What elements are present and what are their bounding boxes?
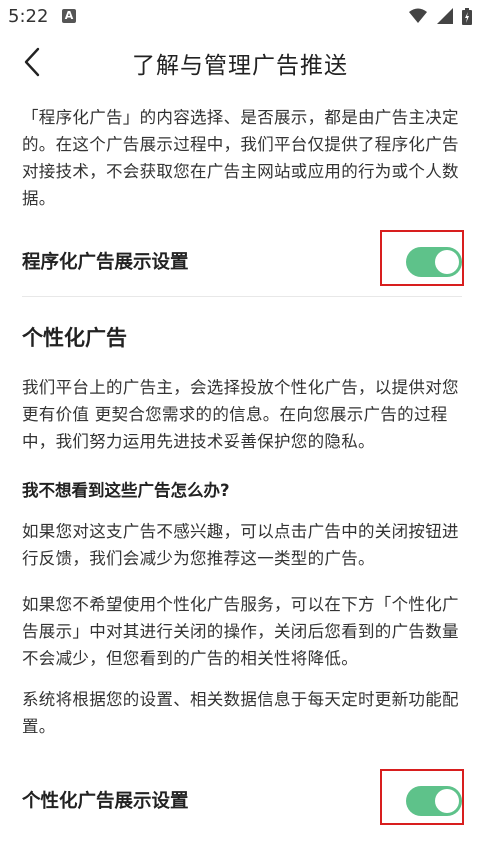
faq-question: 我不想看到这些广告怎么办? bbox=[22, 481, 230, 500]
section-title: 个性化广告 bbox=[22, 326, 127, 350]
toggle-knob bbox=[435, 250, 459, 274]
intro-text: 「程序化广告」的内容选择、是否展示，都是由广告主决定的。在这个广告展示过程中，我… bbox=[22, 108, 459, 208]
status-time: 5:22 bbox=[8, 6, 49, 27]
personalized-ad-setting-label: 个性化广告展示设置 bbox=[22, 791, 189, 812]
app-bar: 了解与管理广告推送 bbox=[0, 34, 480, 90]
highlight-frame bbox=[380, 230, 464, 286]
battery-icon bbox=[462, 8, 472, 25]
faq-answer-disable: 如果您不希望使用个性化广告服务，可以在下方「个性化广告展示」中对其进行关闭的操作… bbox=[22, 595, 459, 668]
sync-note: 系统将根据您的设置、相关数据信息于每天定时更新功能配置。 bbox=[22, 690, 459, 736]
programmatic-ad-toggle[interactable] bbox=[406, 247, 462, 277]
personalized-ad-toggle[interactable] bbox=[406, 786, 462, 816]
wifi-icon bbox=[409, 8, 428, 23]
page-title: 了解与管理广告推送 bbox=[132, 53, 348, 79]
notification-badge: A bbox=[62, 9, 76, 23]
highlight-frame bbox=[380, 769, 464, 825]
personalized-description: 我们平台上的广告主，会选择投放个性化广告，以提供对您更有价值 更契合您需求的的信… bbox=[22, 378, 459, 451]
personalized-ad-setting-row: 个性化广告展示设置 bbox=[22, 769, 464, 829]
programmatic-ad-setting-row: 程序化广告展示设置 bbox=[22, 230, 464, 290]
programmatic-ad-setting-label: 程序化广告展示设置 bbox=[22, 252, 189, 273]
toggle-knob bbox=[435, 789, 459, 813]
screen: 5:22 A 了解与管理广告推送 「程序化广告」的内容选择、是否展示，都是由广告… bbox=[0, 0, 480, 853]
faq-answer-feedback: 如果您对这支广告不感兴趣，可以点击广告中的关闭按钮进行反馈，我们会减少为您推荐这… bbox=[22, 522, 459, 568]
divider bbox=[22, 296, 462, 297]
status-bar: 5:22 A bbox=[0, 0, 480, 34]
status-icons bbox=[405, 8, 472, 26]
signal-icon bbox=[436, 8, 453, 24]
